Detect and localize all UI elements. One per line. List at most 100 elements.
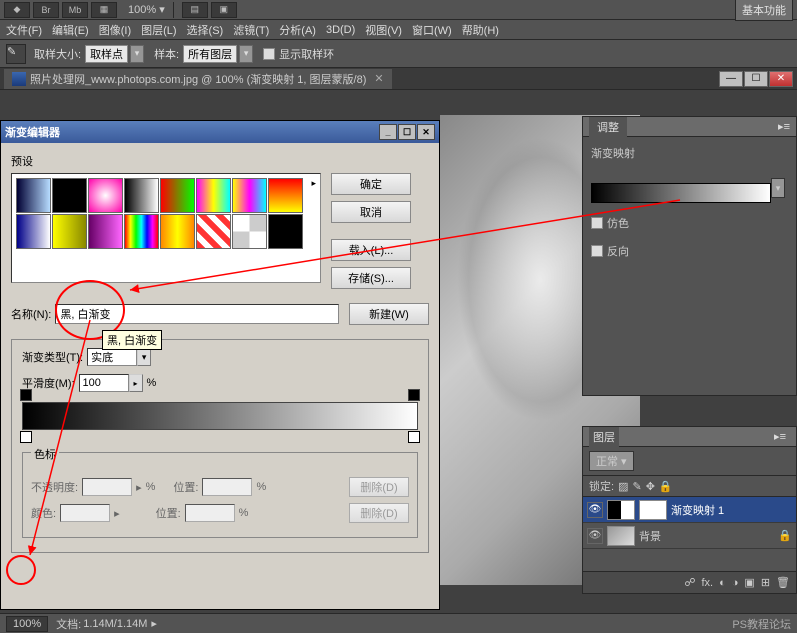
- dialog-maximize-button[interactable]: ☐: [398, 124, 416, 140]
- lock-position-icon[interactable]: ✥: [646, 480, 655, 493]
- preset-swatch[interactable]: [196, 178, 231, 213]
- layers-panel-menu-icon[interactable]: ▸≡: [770, 428, 790, 445]
- smoothness-stepper-icon[interactable]: ▸: [129, 374, 143, 392]
- status-zoom[interactable]: 100%: [6, 616, 48, 632]
- app-icon-ps[interactable]: ◆: [4, 2, 30, 18]
- lock-transparency-icon[interactable]: ▨: [618, 480, 628, 493]
- preset-swatch[interactable]: [196, 214, 231, 249]
- layer-row[interactable]: 👁背景🔒: [583, 523, 796, 549]
- menu-select[interactable]: 选择(S): [187, 22, 224, 38]
- preset-swatch[interactable]: [268, 214, 303, 249]
- load-button[interactable]: 载入(L)...: [331, 239, 411, 261]
- workspace-button[interactable]: 基本功能: [735, 0, 793, 21]
- menu-analysis[interactable]: 分析(A): [279, 22, 316, 38]
- preset-swatch[interactable]: [16, 178, 51, 213]
- eyedropper-tool-icon[interactable]: ✎: [6, 44, 26, 64]
- status-flyout-icon[interactable]: ▸: [151, 617, 157, 630]
- preset-swatch[interactable]: [52, 214, 87, 249]
- preset-swatch[interactable]: [160, 178, 195, 213]
- menu-window[interactable]: 窗口(W): [412, 22, 452, 38]
- panel-menu-icon[interactable]: ▸≡: [778, 120, 790, 133]
- gradient-bar[interactable]: [22, 402, 418, 430]
- doc-maximize-button[interactable]: ☐: [744, 71, 768, 87]
- menu-image[interactable]: 图像(I): [99, 22, 131, 38]
- preset-swatch[interactable]: [232, 214, 267, 249]
- smoothness-input[interactable]: 100: [79, 374, 129, 392]
- adjustment-layer-icon[interactable]: ◑: [732, 577, 739, 589]
- doc-minimize-button[interactable]: —: [719, 71, 743, 87]
- visibility-toggle-icon[interactable]: 👁: [587, 502, 603, 518]
- delete-layer-icon[interactable]: 🗑: [776, 576, 790, 589]
- menu-file[interactable]: 文件(F): [6, 22, 42, 38]
- preset-swatch[interactable]: [124, 178, 159, 213]
- color-picker-icon[interactable]: ▸: [114, 507, 120, 520]
- blend-mode-select[interactable]: 正常 ▾: [589, 451, 634, 471]
- delete-color-stop-button[interactable]: 删除(D): [349, 503, 409, 523]
- dialog-titlebar[interactable]: 渐变编辑器 _ ☐ ✕: [1, 121, 439, 143]
- menu-layer[interactable]: 图层(L): [141, 22, 176, 38]
- dialog-close-button[interactable]: ✕: [417, 124, 435, 140]
- menu-view[interactable]: 视图(V): [365, 22, 402, 38]
- view-extras-button[interactable]: ▦: [91, 2, 117, 18]
- document-tab[interactable]: 照片处理网_www.photops.com.jpg @ 100% (渐变映射 1…: [4, 69, 392, 89]
- layer-fx-icon[interactable]: fx.: [701, 577, 713, 589]
- link-layers-icon[interactable]: ☍: [684, 576, 695, 589]
- cancel-button[interactable]: 取消: [331, 201, 411, 223]
- dither-checkbox[interactable]: [591, 217, 603, 229]
- show-sampling-ring-checkbox[interactable]: [263, 48, 275, 60]
- sample-size-dropdown-icon[interactable]: [130, 45, 144, 63]
- gradient-type-dropdown-icon[interactable]: [137, 348, 151, 366]
- screen-mode-button[interactable]: ▣: [211, 2, 237, 18]
- color-stop-left[interactable]: [20, 431, 32, 443]
- group-icon[interactable]: ▣: [744, 576, 754, 589]
- menu-help[interactable]: 帮助(H): [462, 22, 499, 38]
- sample-layers-dropdown-icon[interactable]: [239, 45, 253, 63]
- preset-swatch[interactable]: [88, 214, 123, 249]
- layer-mask-icon[interactable]: ◐: [719, 577, 726, 589]
- dialog-minimize-button[interactable]: _: [379, 124, 397, 140]
- preset-swatch[interactable]: [268, 178, 303, 213]
- minibridge-button[interactable]: Mb: [62, 2, 88, 18]
- ok-button[interactable]: 确定: [331, 173, 411, 195]
- menu-edit[interactable]: 编辑(E): [52, 22, 89, 38]
- opacity-stop-right[interactable]: [408, 389, 420, 401]
- new-layer-icon[interactable]: ⊞: [761, 576, 770, 589]
- menu-3d[interactable]: 3D(D): [326, 24, 355, 36]
- delete-opacity-stop-button[interactable]: 删除(D): [349, 477, 409, 497]
- menu-filter[interactable]: 滤镜(T): [233, 22, 269, 38]
- sample-size-select[interactable]: 取样点: [85, 45, 128, 63]
- gradient-name-input[interactable]: [55, 304, 339, 324]
- sample-layers-select[interactable]: 所有图层: [183, 45, 237, 63]
- adjustments-tab[interactable]: 调整: [589, 117, 627, 137]
- opacity-field[interactable]: [82, 478, 132, 496]
- preset-swatch[interactable]: [160, 214, 195, 249]
- color-swatch-field[interactable]: [60, 504, 110, 522]
- visibility-toggle-icon[interactable]: 👁: [587, 528, 603, 544]
- lock-all-icon[interactable]: 🔒: [659, 480, 673, 493]
- opacity-stop-left[interactable]: [20, 389, 32, 401]
- layers-tab[interactable]: 图层: [589, 427, 619, 447]
- doc-close-button[interactable]: ✕: [769, 71, 793, 87]
- reverse-checkbox[interactable]: [591, 245, 603, 257]
- lock-pixels-icon[interactable]: ✎: [632, 480, 641, 493]
- new-button[interactable]: 新建(W): [349, 303, 429, 325]
- opacity-position-field[interactable]: [202, 478, 252, 496]
- gradient-dropdown-icon[interactable]: [771, 178, 785, 198]
- preset-swatch[interactable]: [124, 214, 159, 249]
- zoom-level-select[interactable]: 100% ▾: [128, 3, 165, 16]
- preset-swatch[interactable]: [232, 178, 267, 213]
- opacity-stepper-icon[interactable]: ▸: [136, 481, 142, 494]
- preset-flyout-icon[interactable]: ▸: [311, 178, 316, 189]
- bridge-button[interactable]: Br: [33, 2, 59, 18]
- color-stop-right[interactable]: [408, 431, 420, 443]
- arrange-docs-button[interactable]: ▤: [182, 2, 208, 18]
- save-button[interactable]: 存储(S)...: [331, 267, 411, 289]
- layer-row[interactable]: 👁渐变映射 1: [583, 497, 796, 523]
- document-close-icon[interactable]: ✕: [374, 72, 383, 85]
- preset-swatch[interactable]: [52, 178, 87, 213]
- color-position-field[interactable]: [185, 504, 235, 522]
- preset-swatch[interactable]: [88, 178, 123, 213]
- gradient-preview-bar[interactable]: [591, 183, 771, 203]
- preset-swatch[interactable]: [16, 214, 51, 249]
- gradient-type-select[interactable]: 实底: [87, 348, 137, 366]
